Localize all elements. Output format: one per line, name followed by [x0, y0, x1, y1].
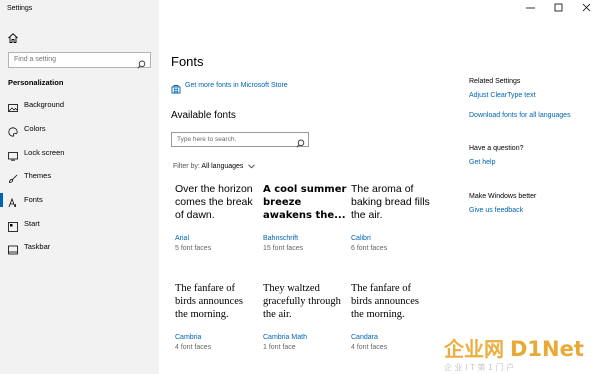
filter-label: Filter by:	[173, 163, 200, 170]
font-sample: The fanfare of birds announces the morni…	[351, 283, 419, 320]
minimize-button[interactable]	[518, 0, 544, 16]
font-sample: Over the horizon comes the break of dawn…	[175, 183, 253, 221]
store-icon	[171, 81, 181, 94]
font-name: Cambria Math	[263, 334, 307, 341]
close-icon	[582, 3, 591, 12]
sidebar: Settings Find a setting Personalization …	[0, 0, 159, 374]
font-card-calibri[interactable]: The aroma of baking bread fills the air.…	[351, 183, 431, 255]
font-card-cambria[interactable]: The fanfare of birds announces the morni…	[175, 282, 257, 354]
sidebar-item-label: Themes	[24, 171, 52, 180]
font-search-input[interactable]: Type here to search.	[171, 132, 309, 148]
font-sample: The fanfare of birds announces the morni…	[175, 283, 243, 320]
font-faces: 6 font faces	[351, 245, 388, 252]
font-faces: 5 font faces	[175, 245, 212, 252]
sidebar-item-colors[interactable]: Colors	[0, 118, 159, 140]
maximize-button[interactable]	[546, 0, 572, 16]
font-card-candara[interactable]: The fanfare of birds announces the morni…	[351, 282, 433, 354]
font-faces: 1 font face	[263, 344, 296, 351]
find-setting-placeholder: Find a setting	[14, 56, 57, 63]
download-fonts-link[interactable]: Download fonts for all languages	[469, 112, 571, 119]
feedback-link[interactable]: Give us feedback	[469, 207, 523, 214]
filter-value[interactable]: All languages	[201, 163, 243, 170]
sidebar-item-label: Fonts	[24, 195, 43, 204]
chevron-down-icon	[248, 164, 256, 169]
font-name: Bahnschrift	[263, 235, 299, 242]
font-faces: 4 font faces	[351, 344, 388, 351]
sidebar-item-label: Lock screen	[24, 148, 65, 157]
font-search-placeholder: Type here to search.	[177, 136, 237, 143]
window-title: Settings	[7, 5, 33, 12]
font-icon	[8, 195, 18, 208]
font-name: Calibri	[351, 235, 371, 242]
font-faces: 15 font faces	[263, 245, 304, 252]
related-settings-heading: Related Settings	[469, 78, 521, 85]
watermark-logo-text: D1Net	[510, 337, 584, 361]
watermark-brand: 企业网	[444, 337, 504, 361]
font-sample: A cool summer breeze awakens the...	[263, 184, 347, 221]
sidebar-item-label: Colors	[24, 124, 46, 133]
start-icon	[8, 219, 18, 232]
sidebar-item-start[interactable]: Start	[0, 213, 159, 235]
font-name: Candara	[351, 334, 378, 341]
home-icon[interactable]	[7, 31, 19, 43]
find-setting-input[interactable]: Find a setting	[8, 52, 151, 69]
section-title: Personalization	[8, 78, 64, 87]
sidebar-item-lock-screen[interactable]: Lock screen	[0, 142, 159, 164]
font-name: Arial	[175, 235, 190, 242]
cleartype-link[interactable]: Adjust ClearType text	[469, 92, 536, 99]
lock-screen-icon	[8, 148, 18, 161]
sidebar-item-taskbar[interactable]: Taskbar	[0, 236, 159, 258]
close-button[interactable]	[574, 0, 600, 16]
get-help-link[interactable]: Get help	[469, 159, 495, 166]
font-name: Cambria	[175, 334, 202, 341]
font-card-bahnschrift[interactable]: A cool summer breeze awakens the... Bahn…	[263, 183, 349, 255]
search-icon[interactable]	[296, 135, 305, 148]
search-icon[interactable]	[137, 56, 146, 69]
font-card-arial[interactable]: Over the horizon comes the break of dawn…	[175, 183, 261, 255]
palette-icon	[8, 124, 18, 137]
store-link-label[interactable]: Get more fonts in Microsoft Store	[185, 82, 288, 89]
sidebar-item-fonts[interactable]: Fonts	[0, 189, 159, 211]
sidebar-item-label: Taskbar	[24, 242, 51, 251]
question-heading: Have a question?	[469, 145, 524, 152]
font-sample: They waltzed gracefully through the air.	[263, 283, 341, 320]
feedback-heading: Make Windows better	[469, 193, 537, 200]
sidebar-item-label: Background	[24, 100, 65, 109]
watermark-logo: 企业网 D1Net 企 业 I T 第 1 门 户	[443, 334, 596, 372]
font-card-cambria-math[interactable]: They waltzed gracefully through the air.…	[263, 282, 343, 354]
sidebar-item-background[interactable]: Background	[0, 94, 159, 116]
watermark-tagline: 企 业 I T 第 1 门 户	[444, 362, 514, 372]
available-fonts-heading: Available fonts	[171, 110, 236, 121]
sidebar-item-label: Start	[24, 219, 40, 228]
language-filter[interactable]: Filter by: All languages	[173, 163, 256, 170]
brush-icon	[8, 171, 18, 183]
font-faces: 4 font faces	[175, 344, 212, 351]
taskbar-icon	[8, 242, 18, 255]
minimize-icon	[526, 7, 535, 9]
font-sample: The aroma of baking bread fills the air.	[351, 183, 430, 221]
sidebar-item-themes[interactable]: Themes	[0, 165, 159, 187]
image-icon	[8, 100, 18, 112]
maximize-icon	[554, 3, 563, 12]
page-title: Fonts	[171, 54, 204, 69]
